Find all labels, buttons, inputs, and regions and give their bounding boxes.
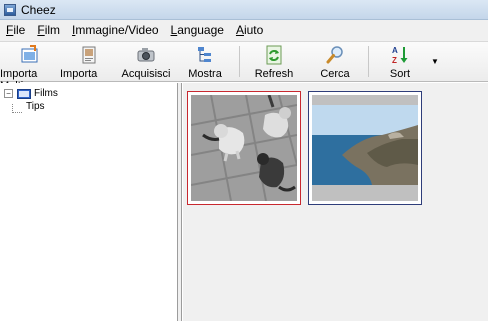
- search-icon: [324, 45, 346, 65]
- sort-label: Sort: [389, 68, 411, 80]
- sort-button[interactable]: AZ Sort: [372, 42, 428, 81]
- menu-film[interactable]: Film: [33, 20, 68, 41]
- tree-node-tips[interactable]: Tips: [26, 100, 58, 113]
- sort-dropdown-button[interactable]: ▼: [428, 42, 442, 81]
- tree-connector: [12, 104, 22, 113]
- thumbnail-sea[interactable]: [308, 91, 422, 205]
- refresh-button[interactable]: Refresh: [243, 42, 305, 81]
- acquire-button[interactable]: Acquisisci: [118, 42, 174, 81]
- menu-immagine-rest: mmagine/Video: [75, 23, 159, 37]
- coastline-photo-image: [312, 95, 418, 201]
- chevron-down-icon: ▼: [431, 57, 439, 66]
- thumbnail-cats[interactable]: [187, 91, 301, 205]
- search-button[interactable]: Cerca: [305, 42, 365, 81]
- import-one-icon: [78, 45, 100, 65]
- svg-text:Z: Z: [392, 56, 397, 65]
- menu-film-rest: ilm: [44, 23, 61, 37]
- show-label: Mostra: [188, 68, 222, 80]
- menu-aiuto[interactable]: Aiuto: [232, 20, 271, 41]
- menu-file[interactable]: File: [2, 20, 33, 41]
- import-many-icon: [19, 45, 41, 65]
- menu-file-rest: ile: [13, 23, 26, 37]
- tree-node-films-label: Films: [34, 88, 58, 99]
- tree-node-tips-label: Tips: [26, 101, 45, 112]
- import-one-button[interactable]: Importa uno: [60, 42, 118, 92]
- film-folder-icon: [17, 88, 31, 99]
- menu-language-rest: anguage: [177, 23, 224, 37]
- refresh-icon: [263, 45, 285, 65]
- menu-aiuto-mnemonic: A: [235, 23, 244, 37]
- thumbnail-pane[interactable]: [183, 83, 488, 321]
- folder-tree: − Films Tips: [4, 87, 58, 113]
- camera-icon: [135, 45, 157, 65]
- menu-film-mnemonic: F: [37, 23, 45, 37]
- cats-photo-image: [190, 94, 298, 202]
- menu-bar: File Film Immagine/Video Language Aiuto: [0, 20, 488, 41]
- tree-node-films[interactable]: − Films: [4, 87, 58, 100]
- search-label: Cerca: [320, 68, 350, 80]
- import-many-button[interactable]: Importa Molti: [0, 42, 60, 92]
- acquire-label: Acquisisci: [121, 68, 171, 80]
- folder-tree-pane[interactable]: − Films Tips: [0, 83, 178, 321]
- title-bar[interactable]: Cheez: [0, 0, 488, 20]
- toolbar: Importa Molti Importa uno Acquisisci Mos…: [0, 41, 488, 92]
- refresh-label: Refresh: [254, 68, 294, 80]
- tree-view-icon: [194, 45, 216, 65]
- menu-language[interactable]: Language: [167, 20, 232, 41]
- svg-text:A: A: [392, 46, 398, 55]
- window-title: Cheez: [21, 2, 56, 17]
- toolbar-separator-2: [368, 46, 369, 77]
- pane-splitter[interactable]: [178, 83, 182, 321]
- menu-immagine-video[interactable]: Immagine/Video: [68, 20, 167, 41]
- show-button[interactable]: Mostra: [174, 42, 236, 81]
- app-icon[interactable]: [4, 3, 16, 16]
- toolbar-separator: [239, 46, 240, 77]
- menu-aiuto-rest: iuto: [243, 23, 264, 37]
- collapse-icon[interactable]: −: [4, 89, 13, 98]
- sort-az-icon: AZ: [389, 45, 411, 65]
